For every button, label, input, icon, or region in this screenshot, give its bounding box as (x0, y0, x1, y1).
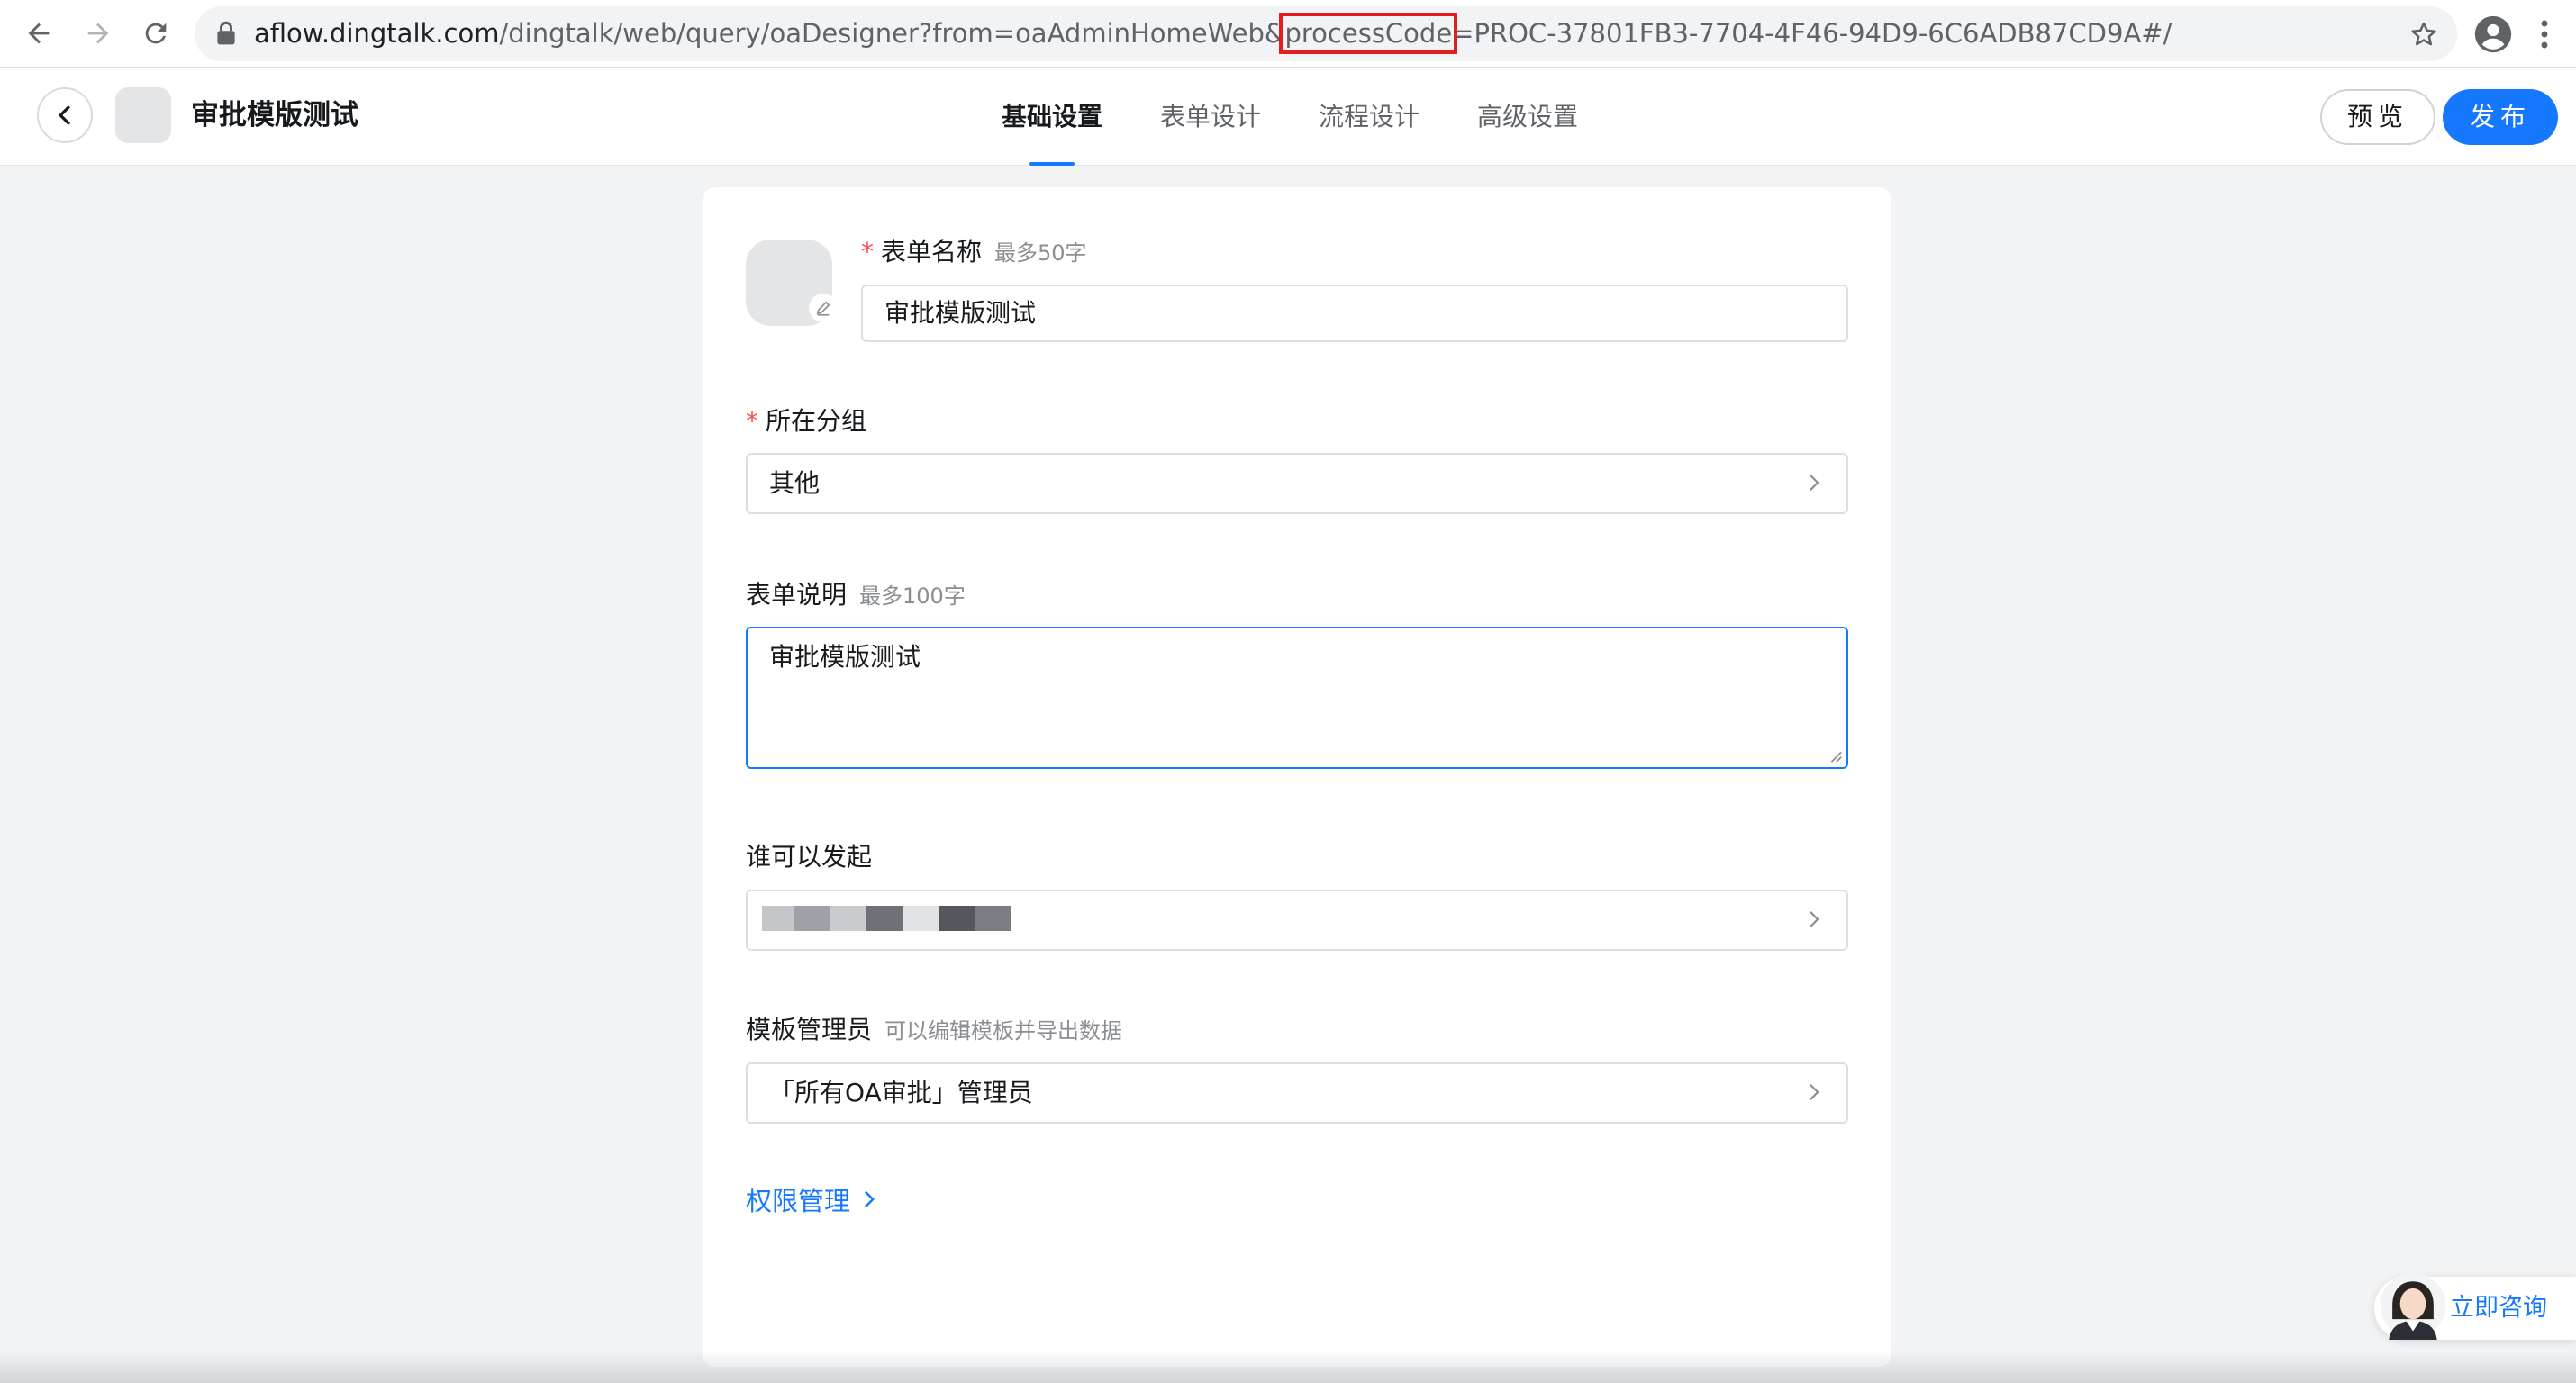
group-select[interactable]: 其他 (746, 453, 1848, 514)
app-header: 审批模版测试 基础设置 表单设计 流程设计 高级设置 预览 发布 (0, 68, 2576, 166)
group-value: 其他 (769, 468, 821, 498)
more-menu-icon[interactable] (2538, 18, 2551, 50)
admin-label-text: 模板管理员 (746, 1015, 873, 1044)
support-agent-avatar (2380, 1272, 2446, 1340)
edit-icon[interactable] (809, 294, 838, 322)
description-label: 表单说明 最多100字 (746, 575, 966, 611)
tab-bar: 基础设置 表单设计 流程设计 高级设置 (1002, 68, 1636, 166)
description-value: 审批模版测试 (769, 642, 921, 672)
chevron-right-icon (864, 1190, 875, 1208)
description-label-text: 表单说明 (746, 580, 848, 610)
profile-icon[interactable] (2473, 14, 2513, 54)
tab-basic-settings[interactable]: 基础设置 (1002, 68, 1102, 166)
form-name-label-text: 表单名称 (881, 237, 983, 267)
bottom-shadow (0, 1351, 2576, 1383)
lock-icon (217, 21, 235, 45)
template-icon (115, 87, 171, 143)
permission-management-link[interactable]: 权限管理 (746, 1180, 875, 1218)
url-path-start: /dingtalk/web/query/oaDesigner?from=oaAd… (499, 18, 1285, 49)
initiator-label: 谁可以发起 (746, 842, 873, 872)
back-arrow-icon[interactable] (16, 11, 61, 56)
publish-button[interactable]: 发布 (2443, 89, 2558, 145)
admin-value: 「所有OA审批」管理员 (769, 1078, 1033, 1107)
description-hint: 最多100字 (859, 583, 966, 609)
preview-button[interactable]: 预览 (2320, 89, 2435, 145)
back-button[interactable] (37, 87, 93, 143)
resize-handle-icon[interactable] (1827, 747, 1843, 764)
url-text[interactable]: aflow.dingtalk.com/dingtalk/web/query/oa… (254, 6, 2172, 61)
group-label-text: 所在分组 (766, 406, 867, 436)
browser-toolbar: aflow.dingtalk.com/dingtalk/web/query/oa… (0, 0, 2576, 68)
chevron-right-icon (1810, 1083, 1819, 1101)
bookmark-star-icon[interactable] (2408, 19, 2439, 50)
tab-process-design[interactable]: 流程设计 (1319, 68, 1420, 166)
tab-advanced-settings[interactable]: 高级设置 (1477, 68, 1578, 166)
settings-card: * 表单名称 最多50字 审批模版测试 * 所在分组 其他 表单说明 最多100字 审批… (703, 187, 1891, 1367)
chevron-right-icon (1810, 474, 1819, 492)
tab-form-design[interactable]: 表单设计 (1160, 68, 1261, 166)
admin-select[interactable]: 「所有OA审批」管理员 (746, 1062, 1848, 1124)
initiator-select[interactable] (746, 890, 1848, 951)
consult-widget[interactable]: 立即咨询 (2374, 1272, 2576, 1340)
consult-label: 立即咨询 (2450, 1294, 2547, 1322)
url-path-end: =PROC-37801FB3-7704-4F46-94D9-6C6ADB87CD… (1452, 18, 2172, 49)
group-label: * 所在分组 (746, 402, 866, 438)
admin-hint: 可以编辑模板并导出数据 (884, 1018, 1123, 1044)
description-textarea[interactable]: 审批模版测试 (746, 627, 1848, 769)
form-icon[interactable] (746, 240, 838, 326)
reload-icon[interactable] (133, 11, 178, 56)
forward-arrow-icon[interactable] (76, 11, 121, 56)
admin-label: 模板管理员 可以编辑模板并导出数据 (746, 1010, 1122, 1046)
form-name-input[interactable]: 审批模版测试 (861, 285, 1848, 342)
chevron-right-icon (1810, 910, 1819, 928)
required-mark: * (746, 406, 758, 436)
form-name-label: * 表单名称 最多50字 (861, 232, 1087, 268)
url-highlighted-param: processCode (1279, 13, 1458, 54)
chevron-left-icon (58, 105, 71, 125)
permission-link-text: 权限管理 (746, 1186, 851, 1216)
url-host: aflow.dingtalk.com (254, 18, 500, 49)
required-mark: * (861, 237, 874, 267)
form-name-hint: 最多50字 (994, 240, 1087, 266)
address-bar[interactable]: aflow.dingtalk.com/dingtalk/web/query/oa… (195, 6, 2457, 61)
page-title: 审批模版测试 (191, 99, 358, 131)
